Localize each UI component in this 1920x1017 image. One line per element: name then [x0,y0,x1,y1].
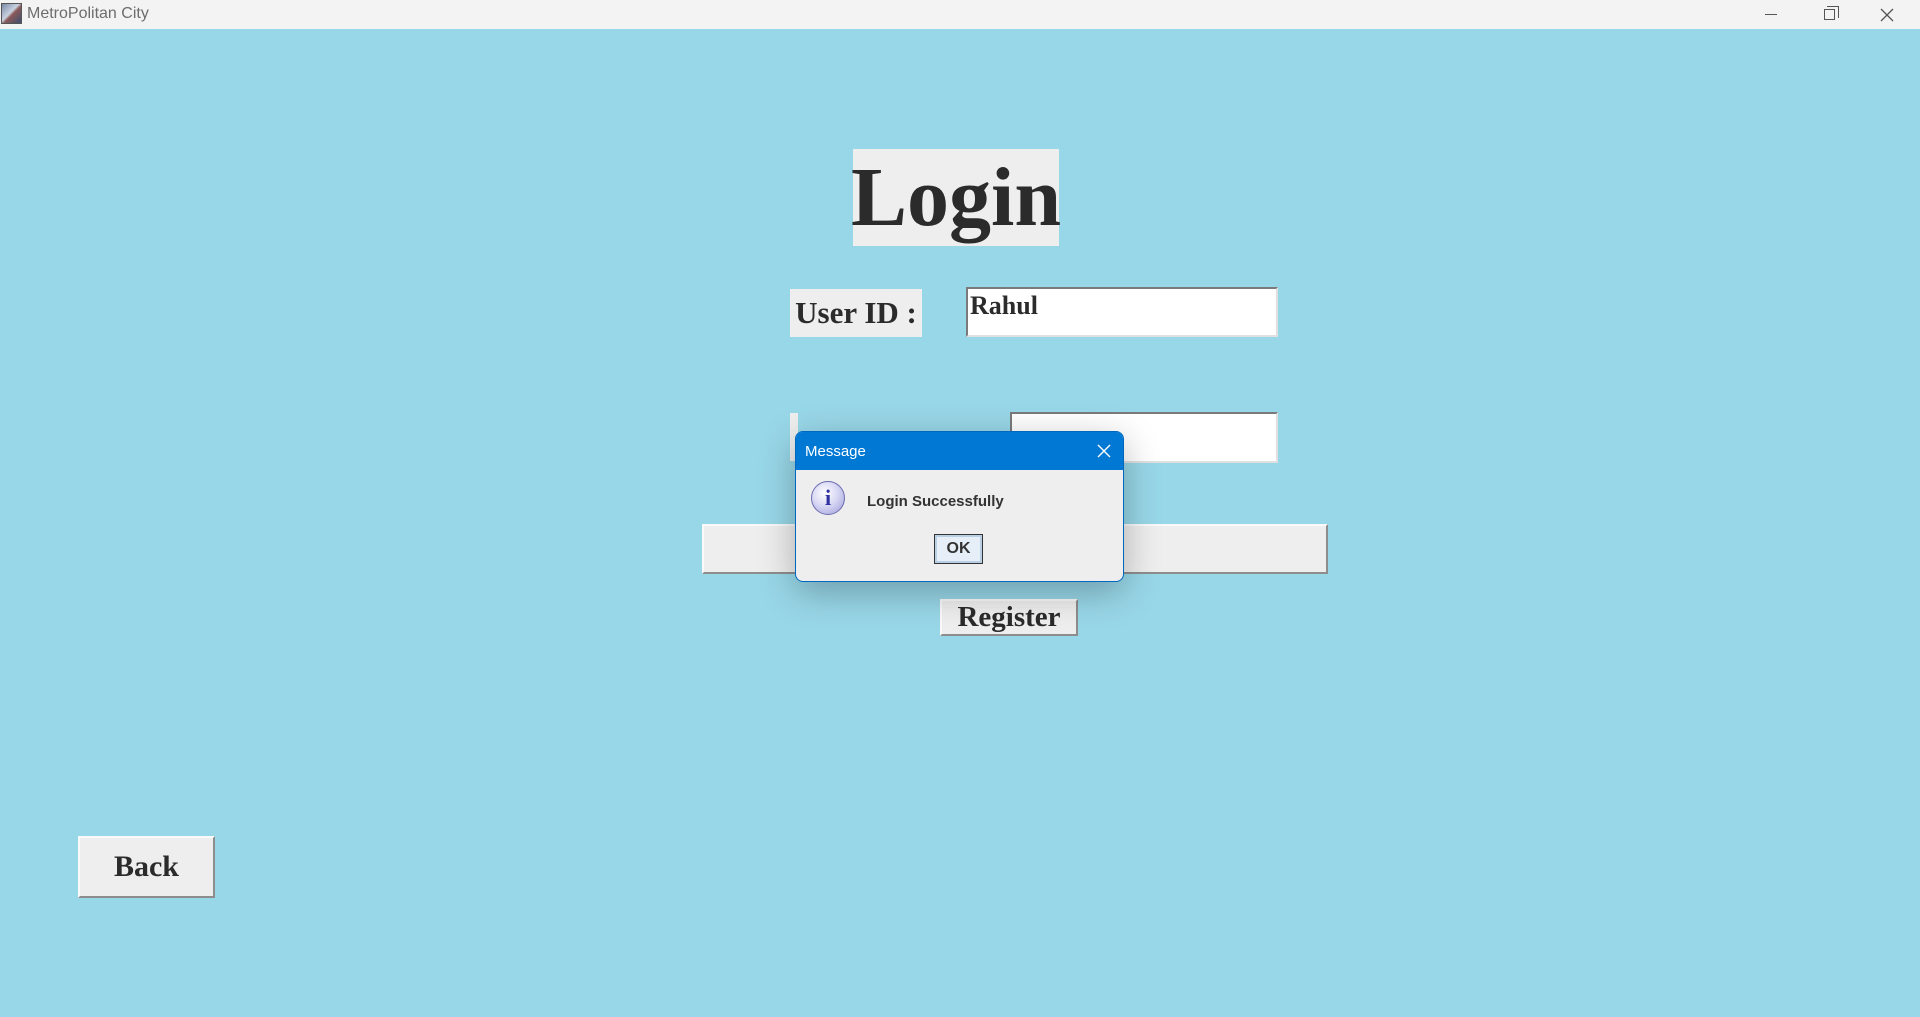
restore-icon [1823,6,1839,20]
minimize-button[interactable] [1742,0,1800,29]
app-icon [1,3,22,24]
info-icon: i [811,481,845,515]
page-title: Login [851,149,1061,246]
dialog-titlebar: Message [796,432,1123,470]
maximize-button[interactable] [1800,0,1858,29]
window-title: MetroPolitan City [27,5,149,22]
user-id-label: User ID : [790,289,922,337]
user-id-input[interactable]: Rahul [966,287,1278,337]
dialog-close-button[interactable] [1089,436,1119,466]
back-button[interactable]: Back [78,836,215,898]
register-button[interactable]: Register [940,599,1078,636]
dialog-message: Login Successfully [867,493,1004,510]
window-titlebar: MetroPolitan City [0,0,1920,29]
close-button[interactable] [1858,0,1916,29]
ok-button[interactable]: OK [934,534,983,564]
dialog-title: Message [805,443,866,460]
minimize-icon [1765,14,1777,15]
close-icon [1880,8,1894,21]
message-dialog: Message i Login Successfully OK [795,431,1124,582]
close-icon [1097,444,1111,458]
